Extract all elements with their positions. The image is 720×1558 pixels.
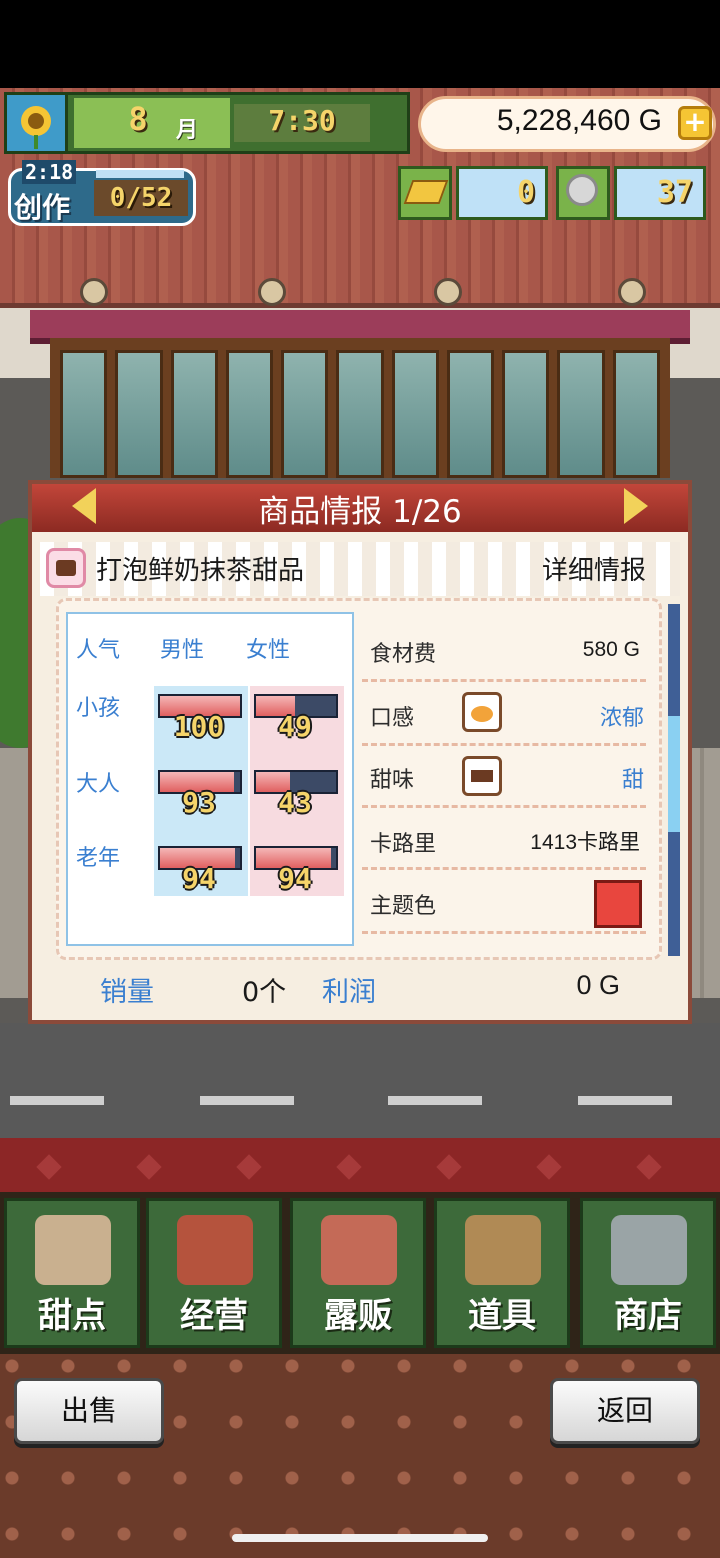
next-arrow-icon[interactable] bbox=[624, 488, 648, 524]
nav-stall-button[interactable]: 露贩 bbox=[290, 1198, 426, 1348]
carpet bbox=[0, 1138, 720, 1198]
row-label-child: 小孩 bbox=[76, 696, 121, 721]
gear-sack-icon bbox=[465, 1215, 541, 1285]
panel-title: 商品情报 1/26 bbox=[258, 494, 462, 530]
shopping-cart-icon bbox=[611, 1215, 687, 1285]
dessert-plate-icon bbox=[35, 1215, 111, 1285]
coin-shape bbox=[566, 174, 598, 206]
money-amount: 5,228,460 G bbox=[496, 104, 662, 137]
prev-arrow-icon[interactable] bbox=[72, 488, 96, 524]
female-popularity-value: 49 bbox=[278, 710, 312, 743]
male-header: 男性 bbox=[160, 638, 205, 663]
lamp bbox=[80, 278, 108, 306]
female-popularity-value: 43 bbox=[278, 786, 312, 819]
create-timer: 2:18 bbox=[22, 160, 77, 184]
male-popularity-value: 100 bbox=[173, 710, 225, 743]
medal-count: 37 bbox=[614, 166, 706, 220]
cost-value: 580 G bbox=[582, 638, 640, 661]
nav-items-button[interactable]: 道具 bbox=[434, 1198, 570, 1348]
sweet-value: 甜 bbox=[621, 768, 644, 793]
profit-value: 0 G bbox=[576, 970, 620, 1000]
detail-info-button[interactable]: 详细情报 bbox=[542, 550, 646, 587]
sweetness-icon bbox=[462, 756, 502, 796]
month-number: 8 bbox=[128, 100, 148, 138]
lamp bbox=[618, 278, 646, 306]
shop-windows bbox=[50, 338, 670, 478]
nav-label: 道具 bbox=[468, 1296, 536, 1336]
nav-dessert-button[interactable]: 甜点 bbox=[4, 1198, 140, 1348]
create-progress bbox=[96, 170, 184, 178]
texture-value: 浓郁 bbox=[599, 706, 644, 731]
month-label: 月 bbox=[176, 118, 199, 143]
sales-value: 0个 bbox=[242, 977, 287, 1008]
lane-marking bbox=[578, 1096, 672, 1105]
road bbox=[0, 1023, 720, 1138]
theme-label: 主题色 bbox=[370, 894, 437, 919]
game-time: 7:30 bbox=[268, 104, 336, 137]
home-indicator[interactable] bbox=[232, 1534, 488, 1542]
male-popularity-value: 94 bbox=[182, 862, 216, 895]
create-label: 创作 bbox=[14, 191, 71, 224]
lane-marking bbox=[200, 1096, 294, 1105]
female-header: 女性 bbox=[246, 638, 291, 663]
lane-marking bbox=[388, 1096, 482, 1105]
scrollbar-thumb[interactable] bbox=[668, 716, 680, 832]
texture-label: 口感 bbox=[370, 706, 415, 731]
create-count: 0/52 bbox=[94, 180, 188, 216]
calorie-value: 1413卡路里 bbox=[530, 831, 640, 854]
profit-label: 利润 bbox=[322, 977, 376, 1008]
dessert-item-icon bbox=[46, 548, 86, 588]
food-truck-icon bbox=[321, 1215, 397, 1285]
gold-count: 0 bbox=[456, 166, 548, 220]
calorie-label: 卡路里 bbox=[370, 832, 437, 857]
female-popularity-value: 94 bbox=[278, 862, 312, 895]
add-money-icon[interactable]: + bbox=[678, 106, 712, 140]
nav-shop-button[interactable]: 商店 bbox=[580, 1198, 716, 1348]
row-label-senior: 老年 bbox=[76, 846, 121, 871]
popularity-header: 人气 bbox=[76, 638, 121, 663]
sell-button[interactable]: 出售 bbox=[14, 1378, 164, 1444]
nav-label: 甜点 bbox=[38, 1296, 106, 1336]
theme-color-swatch bbox=[594, 880, 642, 928]
texture-icon bbox=[462, 692, 502, 732]
lamp bbox=[434, 278, 462, 306]
lane-marking bbox=[10, 1096, 104, 1105]
sunflower-avatar-icon[interactable] bbox=[4, 92, 68, 154]
row-label-adult: 大人 bbox=[76, 772, 121, 797]
sweet-label: 甜味 bbox=[370, 768, 415, 793]
lamp bbox=[258, 278, 286, 306]
nav-label: 露贩 bbox=[324, 1296, 392, 1336]
cost-label: 食材费 bbox=[370, 642, 437, 667]
back-button[interactable]: 返回 bbox=[550, 1378, 700, 1444]
item-name: 打泡鲜奶抹茶甜品 bbox=[96, 556, 305, 586]
nav-label: 经营 bbox=[180, 1296, 248, 1336]
shop-building-icon bbox=[177, 1215, 253, 1285]
nav-label: 商店 bbox=[614, 1296, 682, 1336]
sales-label: 销量 bbox=[100, 977, 154, 1008]
nav-manage-button[interactable]: 经营 bbox=[146, 1198, 282, 1348]
male-popularity-value: 93 bbox=[182, 786, 216, 819]
